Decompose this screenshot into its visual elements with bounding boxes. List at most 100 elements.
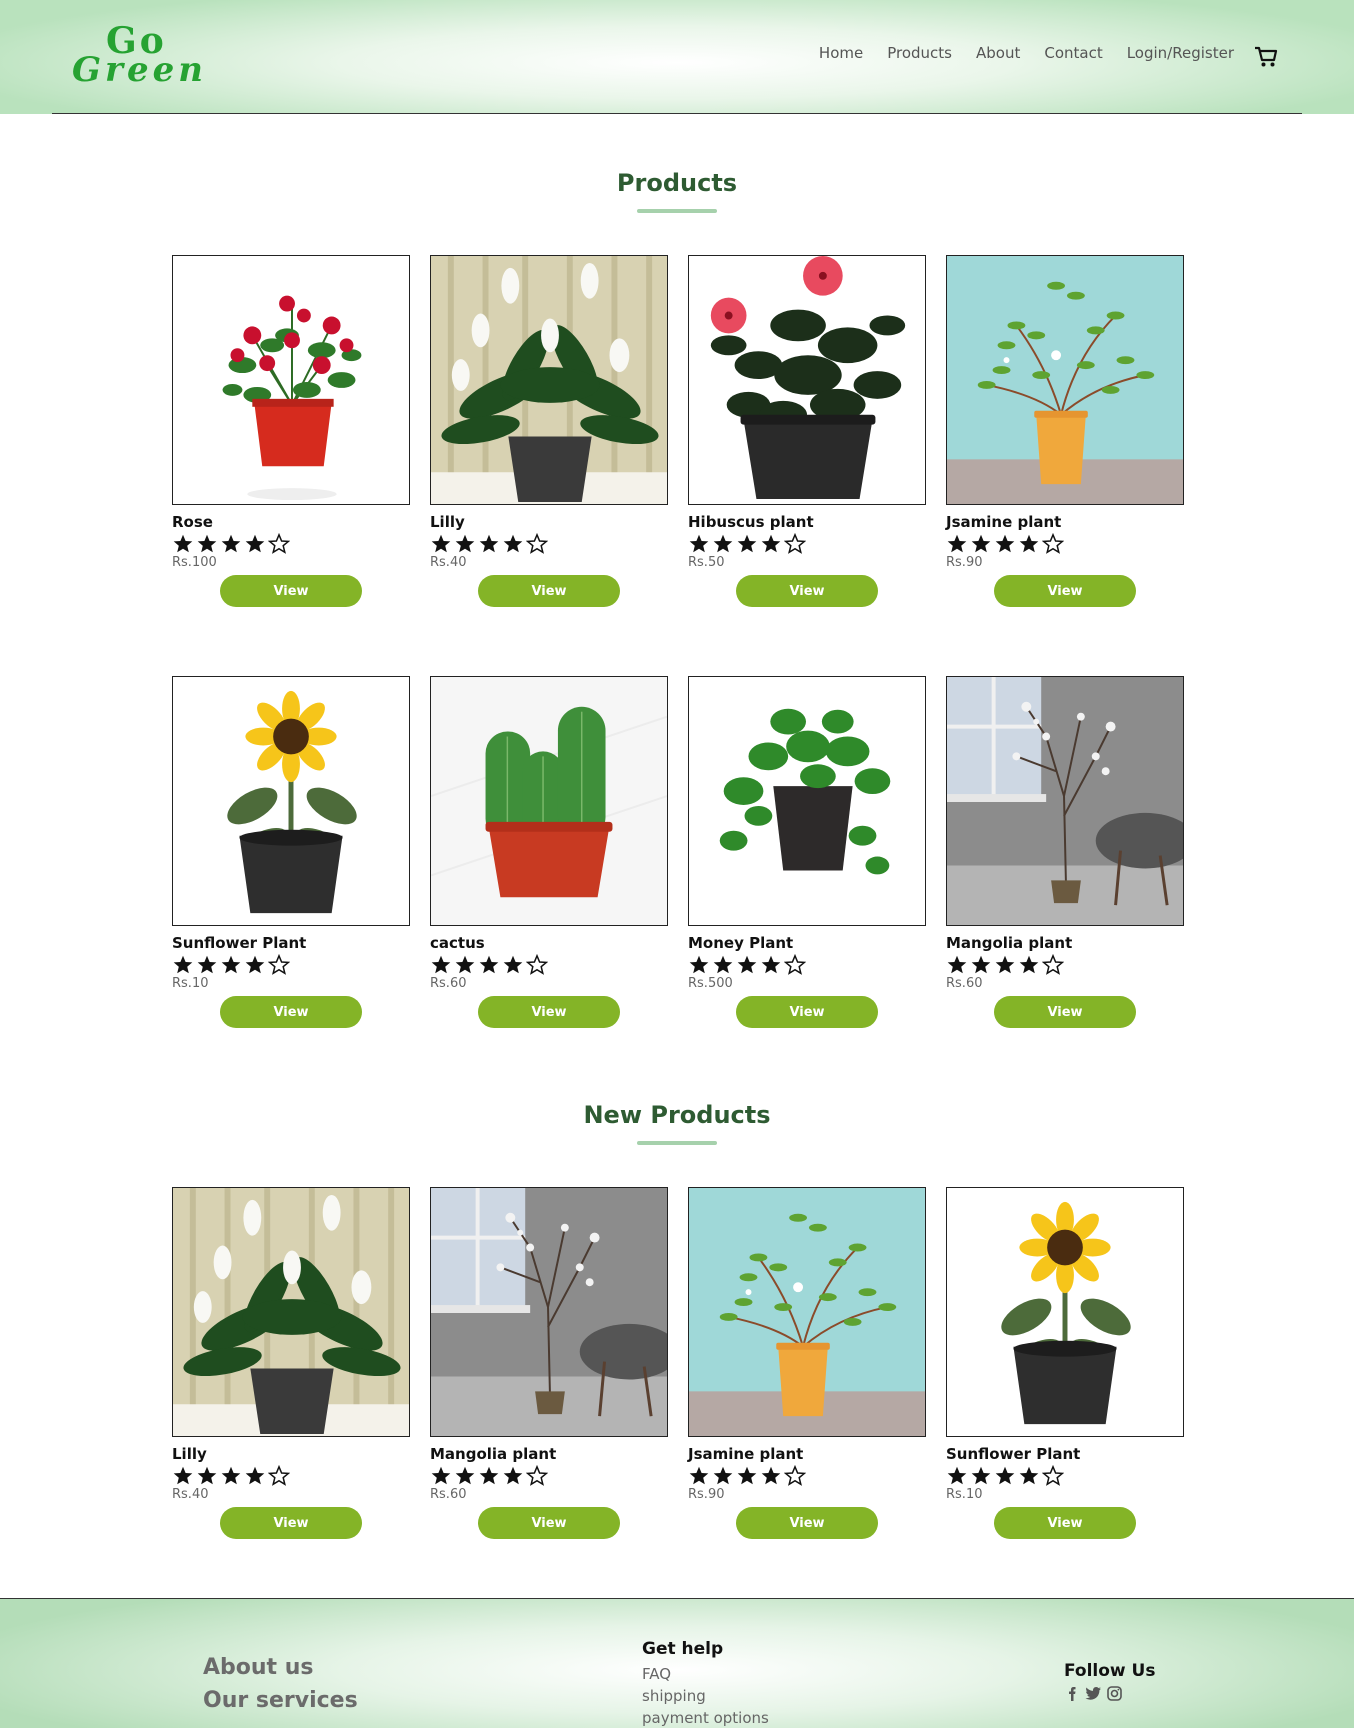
star-filled-icon xyxy=(221,1466,241,1485)
nav-home[interactable]: Home xyxy=(819,44,863,62)
product-rating xyxy=(430,1465,668,1487)
view-button[interactable]: View xyxy=(478,575,620,607)
star-filled-icon xyxy=(221,955,241,974)
twitter-icon[interactable] xyxy=(1085,1685,1102,1702)
footer-about-link[interactable]: About us xyxy=(203,1655,313,1680)
footer-faq-link[interactable]: FAQ xyxy=(642,1665,671,1683)
product-card-lilly[interactable]: Lilly Rs.40 View xyxy=(430,255,668,607)
product-image[interactable] xyxy=(172,676,410,926)
product-card-hibuscus-plant[interactable]: Hibuscus plant Rs.50 View xyxy=(688,255,926,607)
star-filled-icon xyxy=(1019,534,1039,553)
product-name: Hibuscus plant xyxy=(688,513,814,531)
product-price: Rs.40 xyxy=(172,1487,209,1502)
star-filled-icon xyxy=(761,1466,781,1485)
product-name: Jsamine plant xyxy=(688,1445,804,1463)
product-image[interactable] xyxy=(946,255,1184,505)
product-card-jsamine-plant[interactable]: Jsamine plant Rs.90 View xyxy=(946,255,1184,607)
product-card-mangolia-plant[interactable]: Mangolia plant Rs.60 View xyxy=(430,1187,668,1539)
star-filled-icon xyxy=(737,534,757,553)
product-card-sunflower-plant[interactable]: Sunflower Plant Rs.10 View xyxy=(172,676,410,1028)
star-filled-icon xyxy=(1019,955,1039,974)
view-button[interactable]: View xyxy=(478,1507,620,1539)
view-button[interactable]: View xyxy=(220,996,362,1028)
product-card-cactus[interactable]: cactus Rs.60 View xyxy=(430,676,668,1028)
footer-payment-link[interactable]: payment options xyxy=(642,1709,769,1727)
nav-about[interactable]: About xyxy=(976,44,1020,62)
star-filled-icon xyxy=(455,1466,475,1485)
star-empty-icon xyxy=(526,954,548,975)
star-filled-icon xyxy=(689,534,709,553)
view-button[interactable]: View xyxy=(220,1507,362,1539)
product-image[interactable] xyxy=(688,255,926,505)
header-divider xyxy=(52,113,1302,114)
star-empty-icon xyxy=(784,954,806,975)
star-filled-icon xyxy=(245,1466,265,1485)
go-green-logo[interactable]: Go Green xyxy=(72,20,212,90)
product-card-lilly[interactable]: Lilly Rs.40 View xyxy=(172,1187,410,1539)
product-rating xyxy=(172,954,410,976)
product-image[interactable] xyxy=(430,676,668,926)
product-card-jsamine-plant[interactable]: Jsamine plant Rs.90 View xyxy=(688,1187,926,1539)
site-header: Go Green Home Products About Contact Log… xyxy=(0,0,1354,114)
product-price: Rs.100 xyxy=(172,555,217,570)
nav-contact[interactable]: Contact xyxy=(1044,44,1102,62)
star-empty-icon xyxy=(784,533,806,554)
product-card-rose[interactable]: Rose Rs.100 View xyxy=(172,255,410,607)
product-image[interactable] xyxy=(688,676,926,926)
cart-icon[interactable] xyxy=(1254,46,1278,68)
star-filled-icon xyxy=(947,955,967,974)
logo-line-2: Green xyxy=(72,50,207,90)
star-filled-icon xyxy=(455,534,475,553)
footer-follow-title: Follow Us xyxy=(1064,1661,1156,1681)
view-button[interactable]: View xyxy=(994,1507,1136,1539)
site-footer: About us Our services Get help FAQ shipp… xyxy=(0,1598,1354,1728)
product-image[interactable] xyxy=(688,1187,926,1437)
star-filled-icon xyxy=(197,955,217,974)
product-image[interactable] xyxy=(172,1187,410,1437)
product-name: Sunflower Plant xyxy=(172,934,307,952)
product-name: Sunflower Plant xyxy=(946,1445,1081,1463)
product-image[interactable] xyxy=(946,1187,1184,1437)
view-button[interactable]: View xyxy=(736,996,878,1028)
product-image[interactable] xyxy=(430,255,668,505)
product-name: cactus xyxy=(430,934,485,952)
star-filled-icon xyxy=(737,955,757,974)
view-button[interactable]: View xyxy=(736,1507,878,1539)
product-rating xyxy=(430,954,668,976)
star-filled-icon xyxy=(455,955,475,974)
star-empty-icon xyxy=(268,1465,290,1486)
product-rating xyxy=(688,1465,926,1487)
product-card-mangolia-plant[interactable]: Mangolia plant Rs.60 View xyxy=(946,676,1184,1028)
star-filled-icon xyxy=(689,1466,709,1485)
footer-help-title: Get help xyxy=(642,1639,724,1659)
footer-shipping-link[interactable]: shipping xyxy=(642,1687,706,1705)
product-image[interactable] xyxy=(946,676,1184,926)
product-name: Rose xyxy=(172,513,213,531)
footer-services-link[interactable]: Our services xyxy=(203,1688,358,1713)
star-filled-icon xyxy=(431,534,451,553)
facebook-icon[interactable] xyxy=(1064,1685,1081,1702)
star-filled-icon xyxy=(503,955,523,974)
product-card-sunflower-plant[interactable]: Sunflower Plant Rs.10 View xyxy=(946,1187,1184,1539)
view-button[interactable]: View xyxy=(994,996,1136,1028)
product-image[interactable] xyxy=(172,255,410,505)
star-empty-icon xyxy=(1042,954,1064,975)
product-name: Mangolia plant xyxy=(430,1445,557,1463)
view-button[interactable]: View xyxy=(994,575,1136,607)
product-name: Money Plant xyxy=(688,934,794,952)
view-button[interactable]: View xyxy=(220,575,362,607)
product-image[interactable] xyxy=(430,1187,668,1437)
product-rating xyxy=(430,533,668,555)
product-rating xyxy=(172,533,410,555)
product-rating xyxy=(946,1465,1184,1487)
star-filled-icon xyxy=(503,534,523,553)
product-card-money-plant[interactable]: Money Plant Rs.500 View xyxy=(688,676,926,1028)
view-button[interactable]: View xyxy=(736,575,878,607)
star-filled-icon xyxy=(431,1466,451,1485)
product-price: Rs.90 xyxy=(688,1487,725,1502)
nav-login-register[interactable]: Login/Register xyxy=(1127,44,1234,62)
product-price: Rs.10 xyxy=(946,1487,983,1502)
instagram-icon[interactable] xyxy=(1106,1685,1123,1702)
view-button[interactable]: View xyxy=(478,996,620,1028)
nav-products[interactable]: Products xyxy=(887,44,952,62)
